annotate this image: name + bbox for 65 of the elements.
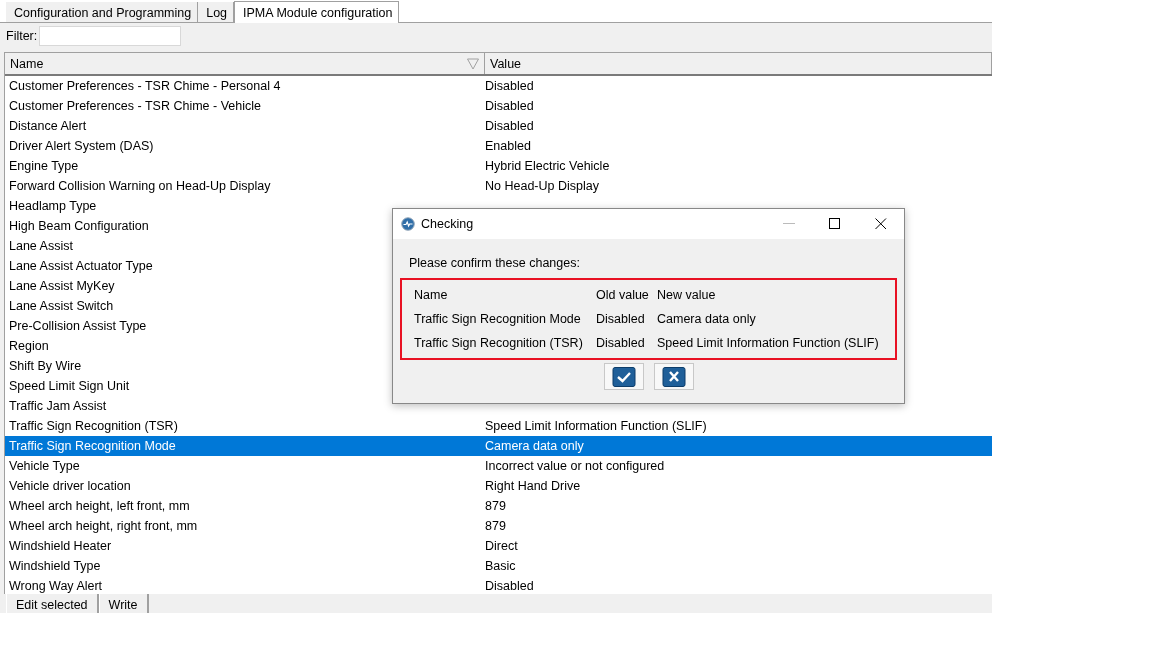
- value-cell-text: Right Hand Drive: [484, 479, 581, 493]
- name-cell-text: Lane Assist Switch: [8, 299, 114, 313]
- table-cell-text: Traffic Sign Recognition Mode: [414, 311, 582, 328]
- value-cell-text: Enabled: [484, 139, 531, 153]
- name-cell-text: Distance Alert: [8, 119, 87, 133]
- table-cell-text: Camera data only: [657, 311, 757, 328]
- filter-label: Filter:: [6, 29, 38, 43]
- table-cell-text: Disabled: [596, 335, 646, 352]
- dialog-message: Please confirm these changes:: [409, 256, 581, 270]
- column-header: New value: [657, 287, 717, 304]
- value-cell-text: Direct: [484, 539, 518, 553]
- table-cell-text: Speed Limit Information Function (SLIF): [657, 335, 880, 352]
- value-cell-text: Incorrect value or not configured: [484, 459, 665, 473]
- value-cell-text: Basic: [484, 559, 516, 573]
- value-cell-text: 879: [484, 519, 506, 533]
- name-cell-text: Engine Type: [8, 159, 79, 173]
- name-cell-text: Lane Assist Actuator Type: [8, 259, 153, 273]
- cancel-button[interactable]: [653, 363, 694, 390]
- value-cell-text: Disabled: [484, 579, 534, 593]
- name-cell-text: Shift By Wire: [8, 359, 82, 373]
- name-cell-text: Wheel arch height, left front, mm: [8, 499, 190, 513]
- column-header: Old value: [596, 287, 650, 304]
- dialog-title: Checking: [421, 217, 475, 231]
- name-cell-text: Traffic Sign Recognition (TSR): [8, 419, 178, 433]
- app-icon: [401, 217, 415, 231]
- name-cell-text: Lane Assist MyKey: [8, 279, 115, 293]
- filter-field[interactable]: [39, 26, 182, 46]
- name-cell-text: Wheel arch height, right front, mm: [8, 519, 198, 533]
- column-header[interactable]: Name: [10, 56, 467, 71]
- value-cell-text: No Head-Up Display: [484, 179, 599, 193]
- value-cell-text: 879: [484, 499, 506, 513]
- name-cell-text: Speed Limit Sign Unit: [8, 379, 130, 393]
- value-cell-text: Speed Limit Information Function (SLIF): [484, 419, 707, 433]
- name-cell-text: Customer Preferences - TSR Chime - Personal 4: [8, 79, 281, 93]
- selected-row[interactable]: Traffic Sign Recognition Mode Camera data only: [5, 436, 992, 456]
- tab[interactable]: Log: [198, 2, 235, 22]
- name-cell-text: Customer Preferences - TSR Chime - Vehicle: [8, 99, 261, 113]
- name-cell-text: Windshield Type: [8, 559, 101, 573]
- value-cell-text: Disabled: [484, 119, 534, 133]
- tab[interactable]: Configuration and Programming: [6, 2, 199, 22]
- name-cell-text: Headlamp Type: [8, 199, 97, 213]
- confirm-button[interactable]: [603, 363, 644, 390]
- name-cell-text: Pre-Collision Assist Type: [8, 319, 147, 333]
- value-cell-text: Disabled: [484, 99, 534, 113]
- value-cell-text: Disabled: [484, 79, 534, 93]
- value-cell-text: Hybrid Electric Vehicle: [484, 159, 610, 173]
- name-cell-text: High Beam Configuration: [8, 219, 149, 233]
- name-cell-text: Driver Alert System (DAS): [8, 139, 154, 153]
- table-cell-text: Disabled: [596, 311, 646, 328]
- column-header: Name: [414, 287, 449, 304]
- table-cell-text: Traffic Sign Recognition (TSR): [414, 335, 584, 352]
- name-cell-text: Vehicle Type: [8, 459, 80, 473]
- value-cell-text: Camera data only: [484, 439, 584, 453]
- name-cell-text: Windshield Heater: [8, 539, 112, 553]
- name-cell-text: Traffic Sign Recognition Mode: [8, 439, 176, 453]
- name-cell-text: Region: [8, 339, 49, 353]
- column-header[interactable]: Value: [490, 56, 991, 71]
- name-cell-text: Vehicle driver location: [8, 479, 131, 493]
- name-cell-text: Traffic Jam Assist: [8, 399, 107, 413]
- tab[interactable]: IPMA Module configuration: [234, 1, 400, 23]
- name-cell-text: Lane Assist: [8, 239, 73, 253]
- action-button[interactable]: Write: [98, 594, 149, 613]
- name-cell-text: Forward Collision Warning on Head-Up Display: [8, 179, 271, 193]
- action-button[interactable]: Edit selected: [6, 594, 99, 613]
- name-cell-text: Wrong Way Alert: [8, 579, 103, 593]
